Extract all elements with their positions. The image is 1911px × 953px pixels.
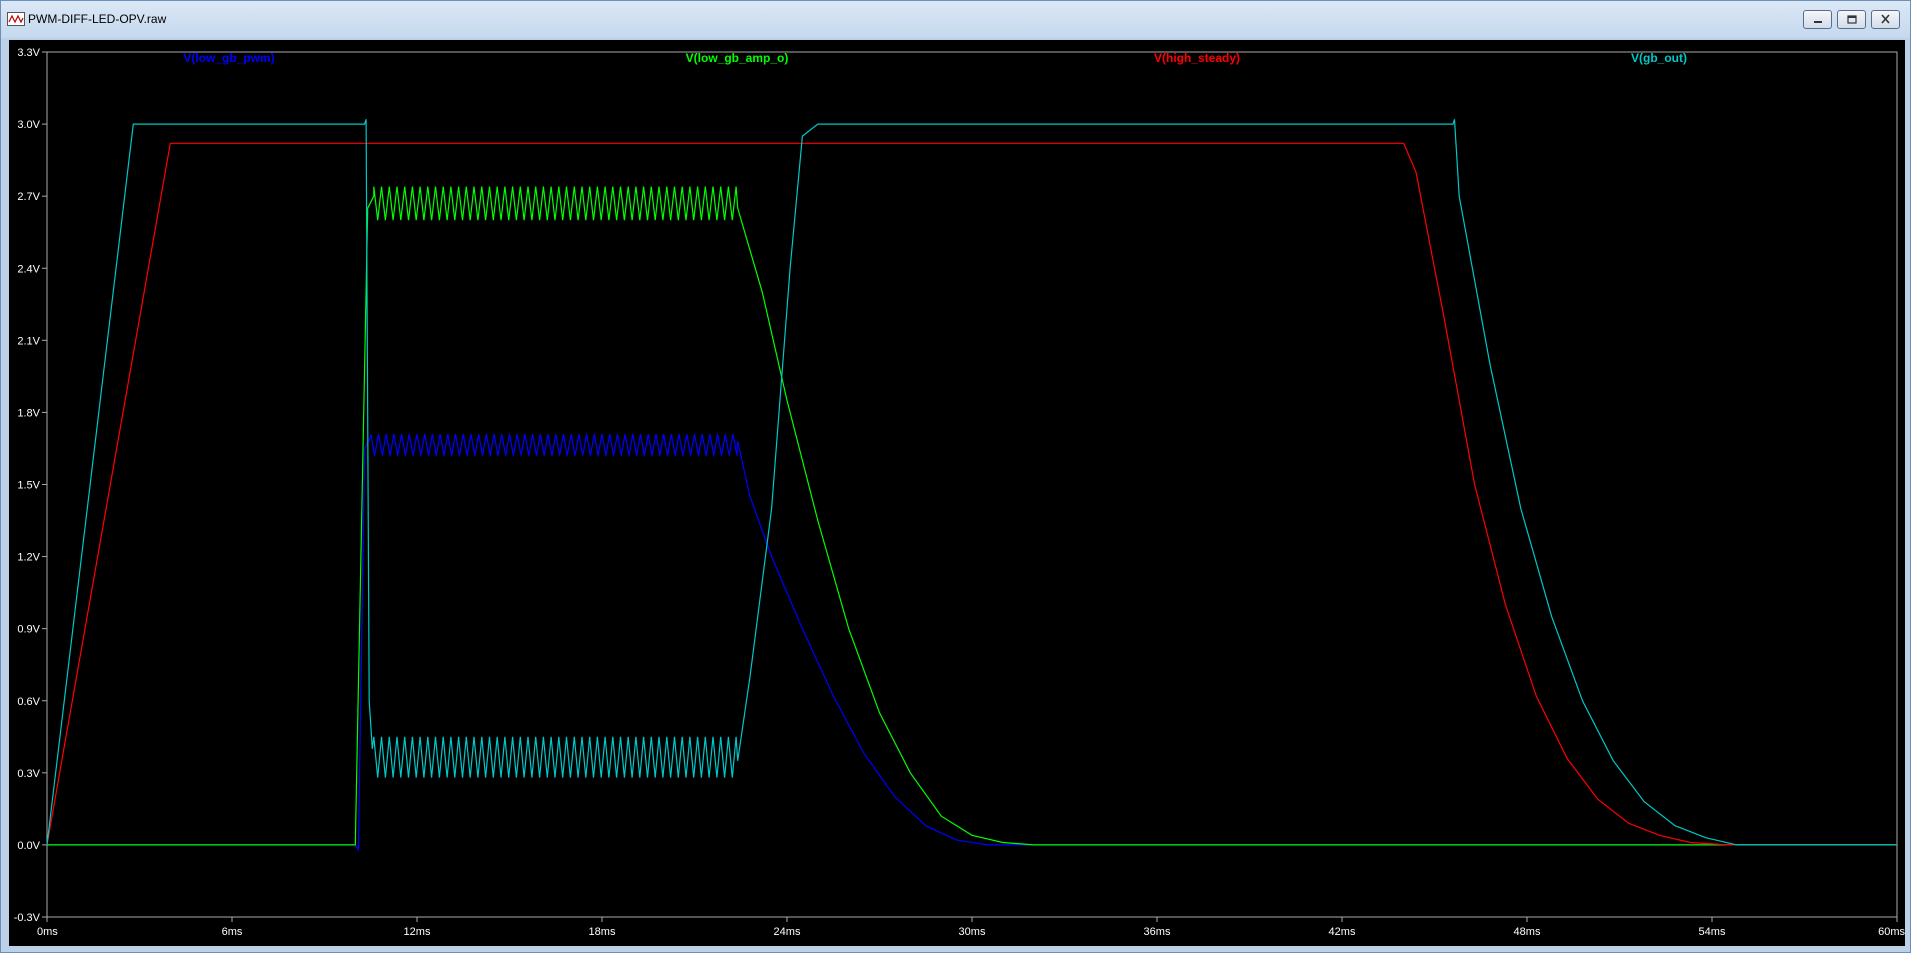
x-tick-label: 12ms	[404, 926, 431, 938]
y-tick-label: 0.0V	[17, 840, 40, 852]
y-tick-label: 0.9V	[17, 624, 40, 636]
legend-label: V(low_gb_amp_o)	[686, 51, 789, 65]
x-tick-label: 54ms	[1699, 926, 1726, 938]
x-tick-label: 0ms	[37, 926, 58, 938]
x-tick-label: 6ms	[222, 926, 243, 938]
series-line-v-high-steady-	[46, 142, 1897, 846]
x-tick-label: 36ms	[1144, 926, 1171, 938]
y-tick-label: 0.3V	[17, 768, 40, 780]
title-bar[interactable]: PWM-DIFF-LED-OPV.raw	[1, 1, 1910, 38]
y-tick-label: 3.3V	[17, 47, 40, 59]
y-tick-label: 0.6V	[17, 696, 40, 708]
minimize-icon	[1814, 21, 1822, 23]
app-window: PWM-DIFF-LED-OPV.raw 3.3V 3.0V 2.7V 2.4V 2.1…	[0, 0, 1911, 953]
restore-icon	[1847, 15, 1857, 24]
plot-canvas[interactable]: 3.3V 3.0V 2.7V 2.4V 2.1V 1.8V 1.5V 1.2V 0.9V 0.6V…	[9, 40, 1905, 946]
waveform-plot[interactable]: 3.3V 3.0V 2.7V 2.4V 2.1V 1.8V 1.5V 1.2V 0.9V 0.6V…	[9, 40, 1905, 946]
waveform-icon	[7, 12, 25, 26]
x-tick-label: 24ms	[774, 926, 801, 938]
close-icon	[1881, 14, 1890, 24]
y-tick-label: 1.2V	[17, 552, 40, 564]
series-line-v-low-gb-amp-o-	[47, 186, 1897, 846]
restore-button[interactable]	[1837, 10, 1866, 29]
plot-frame	[46, 51, 1898, 918]
y-tick-label: 1.8V	[17, 407, 40, 419]
minimize-button[interactable]	[1803, 10, 1832, 29]
series-line-v-gb-out-	[46, 119, 1897, 846]
y-tick-label: 2.1V	[17, 335, 40, 347]
y-tick-label: 2.7V	[17, 191, 40, 203]
close-button[interactable]	[1871, 10, 1900, 29]
legend-label: V(gb_out)	[1631, 51, 1687, 65]
y-tick-label: 1.5V	[17, 480, 40, 492]
x-tick-label: 60ms	[1878, 926, 1905, 938]
y-tick-label: -0.3V	[14, 912, 41, 924]
x-tick-label: 30ms	[959, 926, 986, 938]
window-title: PWM-DIFF-LED-OPV.raw	[28, 12, 167, 26]
legend-label: V(low_gb_pwm)	[183, 51, 274, 65]
x-tick-label: 48ms	[1514, 926, 1541, 938]
x-tick-label: 18ms	[589, 926, 616, 938]
y-tick-label: 3.0V	[17, 119, 40, 131]
y-tick-label: 2.4V	[17, 263, 40, 275]
legend-label: V(high_steady)	[1154, 51, 1240, 65]
x-tick-label: 42ms	[1329, 926, 1356, 938]
series-line-v-low-gb-pwm-	[47, 433, 1897, 852]
